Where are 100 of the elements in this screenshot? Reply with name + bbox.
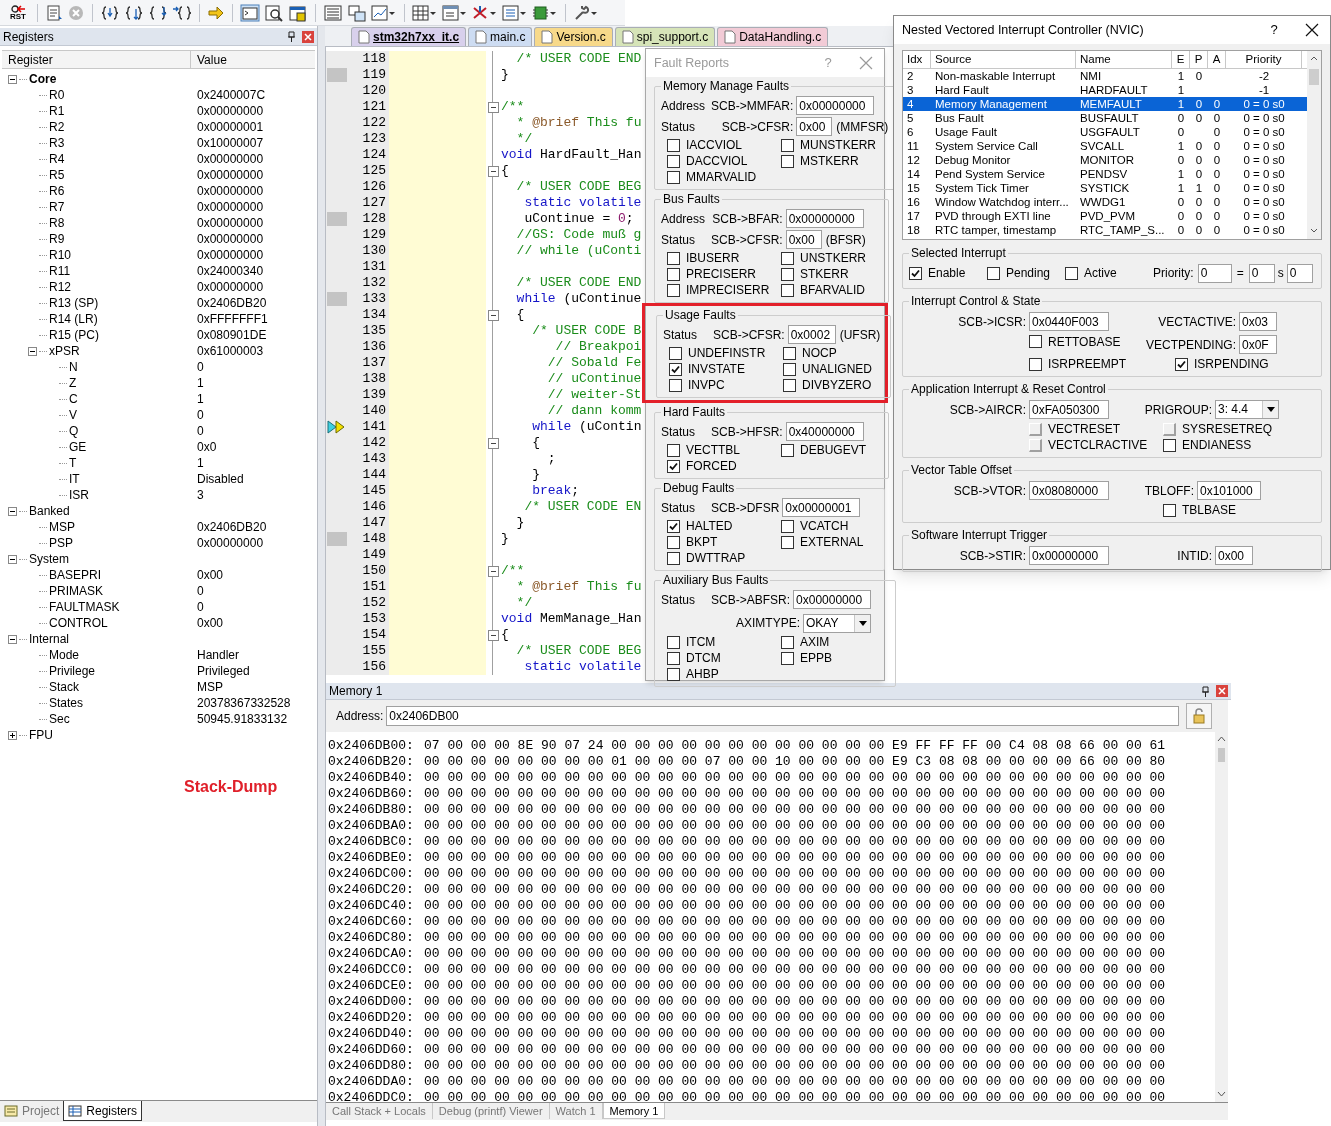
- panel-tab[interactable]: Project: [0, 1101, 64, 1121]
- checkbox[interactable]: [669, 346, 682, 360]
- checkbox[interactable]: [1175, 357, 1188, 371]
- checkbox[interactable]: [987, 266, 1000, 280]
- scrollbar[interactable]: [1307, 51, 1321, 239]
- table-row[interactable]: 11 System Service Call SVCALL 1 0 0 0 = 0 s0: [903, 139, 1307, 153]
- value-field[interactable]: 0x03: [1239, 312, 1277, 331]
- document-icon[interactable]: [45, 3, 63, 22]
- wrench-icon[interactable]: [573, 3, 599, 22]
- dropdown[interactable]: OKAY: [803, 613, 872, 633]
- checkbox[interactable]: [667, 170, 680, 184]
- table-row[interactable]: 15 System Tick Timer SYSTICK 1 1 0 0 = 0 s0: [903, 181, 1307, 195]
- checkbox[interactable]: [667, 535, 680, 549]
- grid-icon[interactable]: [412, 3, 438, 22]
- value-field[interactable]: 0x40000000: [785, 422, 864, 441]
- file-tab[interactable]: main.c: [468, 27, 533, 46]
- window-icon[interactable]: [442, 3, 468, 22]
- value-field[interactable]: 0: [1286, 263, 1313, 283]
- magnifier-icon[interactable]: [264, 3, 284, 22]
- checkbox[interactable]: [1163, 438, 1176, 452]
- checkbox[interactable]: [781, 651, 794, 665]
- panel-tab[interactable]: Call Stack + Locals: [326, 1103, 433, 1119]
- value-field[interactable]: 0x00000001: [782, 498, 861, 517]
- checkbox[interactable]: [667, 459, 680, 473]
- scrollbar[interactable]: [1215, 732, 1228, 1102]
- checkbox[interactable]: [783, 362, 796, 376]
- braces-icon[interactable]: [148, 3, 168, 22]
- window-icon[interactable]: [502, 3, 528, 22]
- checkbox[interactable]: [669, 362, 682, 376]
- value-field[interactable]: 0x00000000: [793, 590, 872, 609]
- table-row[interactable]: 6 Usage Fault USGFAULT 0 0 0 = 0 s0: [903, 125, 1307, 139]
- checkbox[interactable]: [667, 551, 680, 565]
- fold-toggle[interactable]: [487, 565, 499, 577]
- checkbox[interactable]: [781, 535, 794, 549]
- table-row[interactable]: 4 Memory Management MEMFAULT 1 0 0 0 = 0 s0: [903, 97, 1307, 111]
- checkbox[interactable]: [781, 267, 794, 281]
- column-header[interactable]: Register: [2, 51, 191, 68]
- checkbox[interactable]: [667, 635, 680, 649]
- checkbox[interactable]: [667, 519, 680, 533]
- table-row[interactable]: 17 PVD through EXTI line PVD_PVM 0 0 0 0 = 0 s0: [903, 209, 1307, 223]
- table-row[interactable]: 2 Non-maskable Interrupt NMI 1 0 -2: [903, 69, 1307, 83]
- value-field[interactable]: 0x00000000: [1029, 546, 1109, 565]
- fold-toggle[interactable]: [487, 101, 499, 113]
- fold-toggle[interactable]: [487, 309, 499, 321]
- checkbox[interactable]: [667, 667, 680, 681]
- pin-icon[interactable]: [1201, 685, 1210, 697]
- collapse-toggle[interactable]: [28, 346, 37, 356]
- expand-toggle[interactable]: [8, 730, 17, 740]
- checkbox[interactable]: [781, 154, 794, 168]
- checkbox[interactable]: [667, 251, 680, 265]
- checkbox[interactable]: [667, 267, 680, 281]
- checkbox[interactable]: [783, 346, 796, 360]
- checkbox[interactable]: [909, 266, 922, 280]
- address-field[interactable]: 0x2406DB00: [386, 706, 1180, 726]
- fold-toggle[interactable]: [487, 437, 499, 449]
- collapse-toggle[interactable]: [8, 634, 17, 644]
- checkbox[interactable]: [667, 283, 680, 297]
- collapse-toggle[interactable]: [8, 554, 17, 564]
- terminal-icon[interactable]: [240, 3, 260, 22]
- value-field[interactable]: 0xFA050300: [1029, 400, 1109, 419]
- value-field[interactable]: 0x101000: [1197, 481, 1261, 500]
- column-header[interactable]: P: [1190, 51, 1208, 68]
- collapse-toggle[interactable]: [8, 74, 17, 84]
- value-field[interactable]: 0x0F: [1239, 335, 1277, 354]
- checkbox[interactable]: [781, 251, 794, 265]
- checkbox[interactable]: [667, 443, 680, 457]
- checkbox[interactable]: [1029, 335, 1042, 348]
- windows-icon[interactable]: [347, 3, 367, 22]
- value-field[interactable]: 0x08080000: [1029, 481, 1109, 500]
- panel-tab[interactable]: Watch 1: [549, 1103, 603, 1119]
- table-row[interactable]: 3 Hard Fault HARDFAULT 1 -1: [903, 83, 1307, 97]
- fold-toggle[interactable]: [487, 165, 499, 177]
- chart-icon[interactable]: [371, 3, 397, 22]
- column-header[interactable]: Idx: [903, 51, 931, 68]
- value-field[interactable]: 0x0440F003: [1029, 312, 1109, 331]
- column-header[interactable]: E: [1172, 51, 1190, 68]
- file-tab[interactable]: DataHandling.c: [717, 27, 829, 46]
- file-tab[interactable]: Version.c: [534, 27, 613, 46]
- panel-tab[interactable]: Memory 1: [602, 1103, 666, 1119]
- reset-button[interactable]: RST: [6, 0, 30, 25]
- value-field[interactable]: 0x00: [1215, 546, 1253, 565]
- chip-icon[interactable]: [532, 3, 558, 22]
- pin-icon[interactable]: [287, 31, 296, 42]
- help-button[interactable]: ?: [1254, 20, 1294, 40]
- braces-icon[interactable]: [124, 3, 144, 22]
- checkbox[interactable]: [1065, 266, 1078, 280]
- column-header[interactable]: A: [1208, 51, 1226, 68]
- value-field[interactable]: 0x0002: [787, 325, 836, 344]
- panel-tab[interactable]: Debug (printf) Viewer: [432, 1103, 550, 1119]
- value-field[interactable]: 0: [1197, 263, 1232, 283]
- value-field[interactable]: 0x00: [796, 117, 833, 136]
- column-header[interactable]: Value: [191, 51, 315, 68]
- file-tab[interactable]: stm32h7xx_it.c: [351, 27, 467, 46]
- checkbox[interactable]: [783, 378, 796, 392]
- checkbox[interactable]: [781, 283, 794, 297]
- column-header[interactable]: Source: [931, 51, 1076, 68]
- table-row[interactable]: 14 Pend System Service PENDSV 1 0 0 0 = 0 s0: [903, 167, 1307, 181]
- value-field[interactable]: 0x00000000: [796, 96, 875, 115]
- list-icon[interactable]: [323, 3, 343, 22]
- braces-icon[interactable]: [172, 3, 192, 22]
